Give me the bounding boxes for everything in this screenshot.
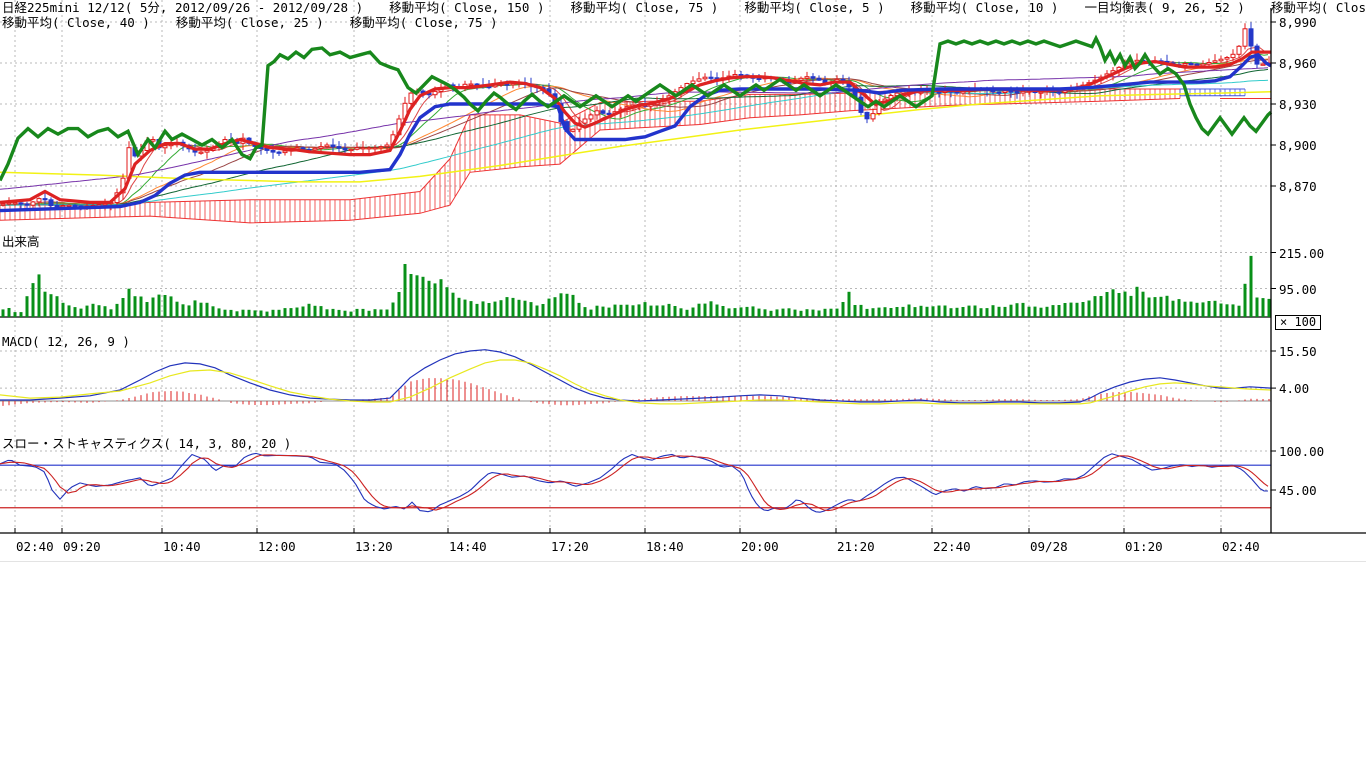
- indicator-label: 移動平均( Close, 75 ): [350, 16, 498, 30]
- stochastics-panel-label: スロー・ストキャスティクス( 14, 3, 80, 20 ): [2, 433, 291, 452]
- macd-axis-label: 4.00: [1279, 381, 1309, 396]
- price-axis-label: 8,900: [1279, 138, 1317, 153]
- indicator-label: 一目均衡表( 9, 26, 52 ): [1084, 1, 1244, 15]
- stoch-axis-label: 45.00: [1279, 483, 1317, 498]
- indicator-label: 移動平均( Close, 75 ): [570, 1, 718, 15]
- indicator-label: 移動平均( Close, 20 ): [1271, 1, 1366, 15]
- stoch-axis-label: 100.00: [1279, 444, 1324, 459]
- price-axis-label: 8,990: [1279, 15, 1317, 30]
- indicator-label: 移動平均( Close, 5 ): [744, 1, 884, 15]
- time-axis-label: 14:40: [449, 539, 487, 554]
- time-axis-label: 12:00: [258, 539, 296, 554]
- indicator-header-row-1: 日経225mini 12/12( 5分, 2012/09/26 - 2012/0…: [2, 1, 1366, 15]
- time-axis-label: 10:40: [163, 539, 201, 554]
- indicator-label: 移動平均( Close, 10 ): [911, 1, 1059, 15]
- macd-panel-label: MACD( 12, 26, 9 ): [2, 334, 130, 349]
- chart-canvas[interactable]: [0, 0, 1366, 768]
- indicator-label: 日経225mini 12/12( 5分, 2012/09/26 - 2012/0…: [2, 1, 363, 15]
- price-axis-label: 8,960: [1279, 56, 1317, 71]
- time-axis-label: 09:20: [63, 539, 101, 554]
- price-axis-label: 8,930: [1279, 97, 1317, 112]
- bottom-divider: [0, 561, 1366, 562]
- time-axis-label: 02:40: [16, 539, 54, 554]
- volume-multiplier-badge: × 100: [1275, 315, 1321, 330]
- volume-panel-label: 出来高: [2, 231, 40, 250]
- time-axis-label: 09/28: [1030, 539, 1068, 554]
- volume-axis-label: 215.00: [1279, 246, 1324, 261]
- indicator-label: 移動平均( Close, 40 ): [2, 16, 150, 30]
- time-axis-label: 22:40: [933, 539, 971, 554]
- time-axis-label: 20:00: [741, 539, 779, 554]
- indicator-header-row-2: 移動平均( Close, 40 ) 移動平均( Close, 25 ) 移動平均( …: [2, 16, 498, 30]
- indicator-label: 移動平均( Close, 150 ): [389, 1, 544, 15]
- time-axis-label: 21:20: [837, 539, 875, 554]
- time-axis-label: 02:40: [1222, 539, 1260, 554]
- volume-axis-label: 95.00: [1279, 282, 1317, 297]
- macd-axis-label: 15.50: [1279, 344, 1317, 359]
- time-axis-label: 17:20: [551, 539, 589, 554]
- trading-chart-app: 日経225mini 12/12( 5分, 2012/09/26 - 2012/0…: [0, 0, 1366, 768]
- price-axis-label: 8,870: [1279, 179, 1317, 194]
- time-axis-label: 13:20: [355, 539, 393, 554]
- time-axis-label: 01:20: [1125, 539, 1163, 554]
- time-axis-label: 18:40: [646, 539, 684, 554]
- indicator-label: 移動平均( Close, 25 ): [176, 16, 324, 30]
